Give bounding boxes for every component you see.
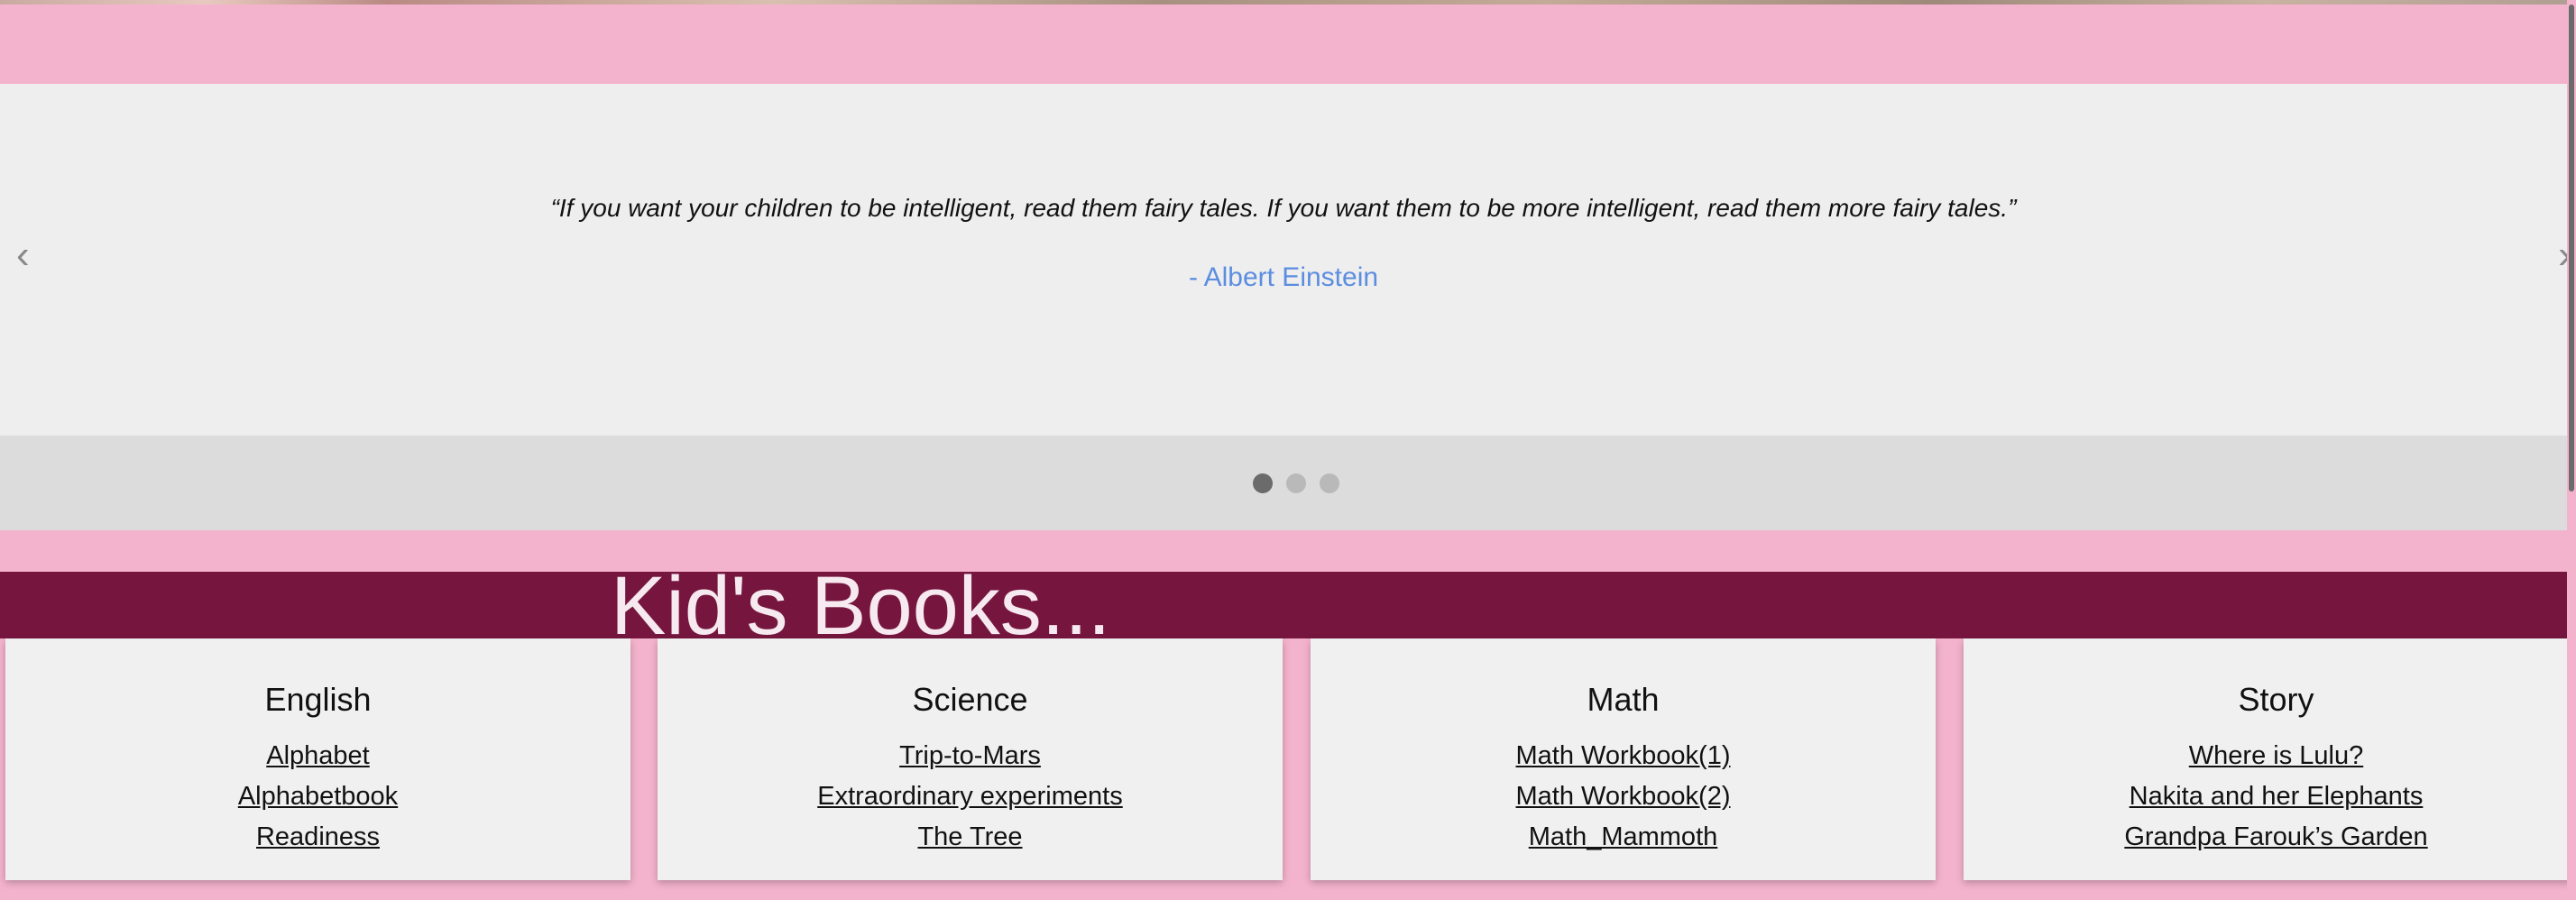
list-item: Readiness: [5, 822, 630, 863]
book-list: Math Workbook(1) Math Workbook(2) Math_M…: [1311, 741, 1936, 863]
book-list: Trip-to-Mars Extraordinary experiments T…: [658, 741, 1283, 863]
carousel-dot-3[interactable]: [1320, 473, 1339, 493]
book-link[interactable]: Trip-to-Mars: [899, 741, 1041, 770]
list-item: Nakita and her Elephants: [1964, 782, 2576, 822]
category-card-math: Math Math Workbook(1) Math Workbook(2) M…: [1311, 638, 1936, 880]
list-item: Math Workbook(2): [1311, 782, 1936, 822]
book-list: Alphabet Alphabetbook Readiness: [5, 741, 630, 863]
category-card-story: Story Where is Lulu? Nakita and her Elep…: [1964, 638, 2576, 880]
list-item: Math_Mammoth: [1311, 822, 1936, 863]
carousel-indicators: [0, 436, 2567, 530]
list-item: The Tree: [658, 822, 1283, 863]
category-title: Math: [1587, 681, 1660, 718]
book-list: Where is Lulu? Nakita and her Elephants …: [1964, 741, 2576, 863]
list-item: Alphabet: [5, 741, 630, 782]
list-item: Alphabetbook: [5, 782, 630, 822]
category-title: English: [264, 681, 372, 718]
list-item: Grandpa Farouk’s Garden: [1964, 822, 2576, 863]
book-link[interactable]: Extraordinary experiments: [817, 782, 1122, 811]
carousel-dot-2[interactable]: [1286, 473, 1306, 493]
section-heading: Kid's Books...: [611, 560, 1111, 652]
book-link[interactable]: Math Workbook(1): [1516, 741, 1731, 770]
category-title: Story: [2238, 681, 2314, 718]
page-scrollbar[interactable]: [2567, 0, 2576, 900]
category-title: Science: [912, 681, 1028, 718]
category-card-science: Science Trip-to-Mars Extraordinary exper…: [658, 638, 1283, 880]
list-item: Math Workbook(1): [1311, 741, 1936, 782]
list-item: Extraordinary experiments: [658, 782, 1283, 822]
book-link[interactable]: Grandpa Farouk’s Garden: [2124, 822, 2427, 851]
book-link[interactable]: Alphabetbook: [238, 782, 398, 811]
carousel-dot-1[interactable]: [1253, 473, 1273, 493]
quote-carousel: ‹ “If you want your children to be intel…: [0, 84, 2571, 436]
book-link[interactable]: Math_Mammoth: [1529, 822, 1718, 851]
book-link[interactable]: Math Workbook(2): [1516, 782, 1731, 811]
book-link[interactable]: The Tree: [917, 822, 1022, 851]
list-item: Where is Lulu?: [1964, 741, 2576, 782]
scrollbar-thumb[interactable]: [2569, 5, 2574, 491]
book-link[interactable]: Nakita and her Elephants: [2130, 782, 2424, 811]
list-item: Trip-to-Mars: [658, 741, 1283, 782]
carousel-author: - Albert Einstein: [1188, 262, 1379, 292]
book-link[interactable]: Readiness: [256, 822, 380, 851]
book-link[interactable]: Where is Lulu?: [2189, 741, 2363, 770]
carousel-quote: “If you want your children to be intelli…: [550, 194, 2017, 222]
book-link[interactable]: Alphabet: [266, 741, 370, 770]
category-card-english: English Alphabet Alphabetbook Readiness: [5, 638, 630, 880]
hero-image-strip: [0, 0, 2576, 5]
section-heading-band: Kid's Books...: [0, 563, 2567, 649]
